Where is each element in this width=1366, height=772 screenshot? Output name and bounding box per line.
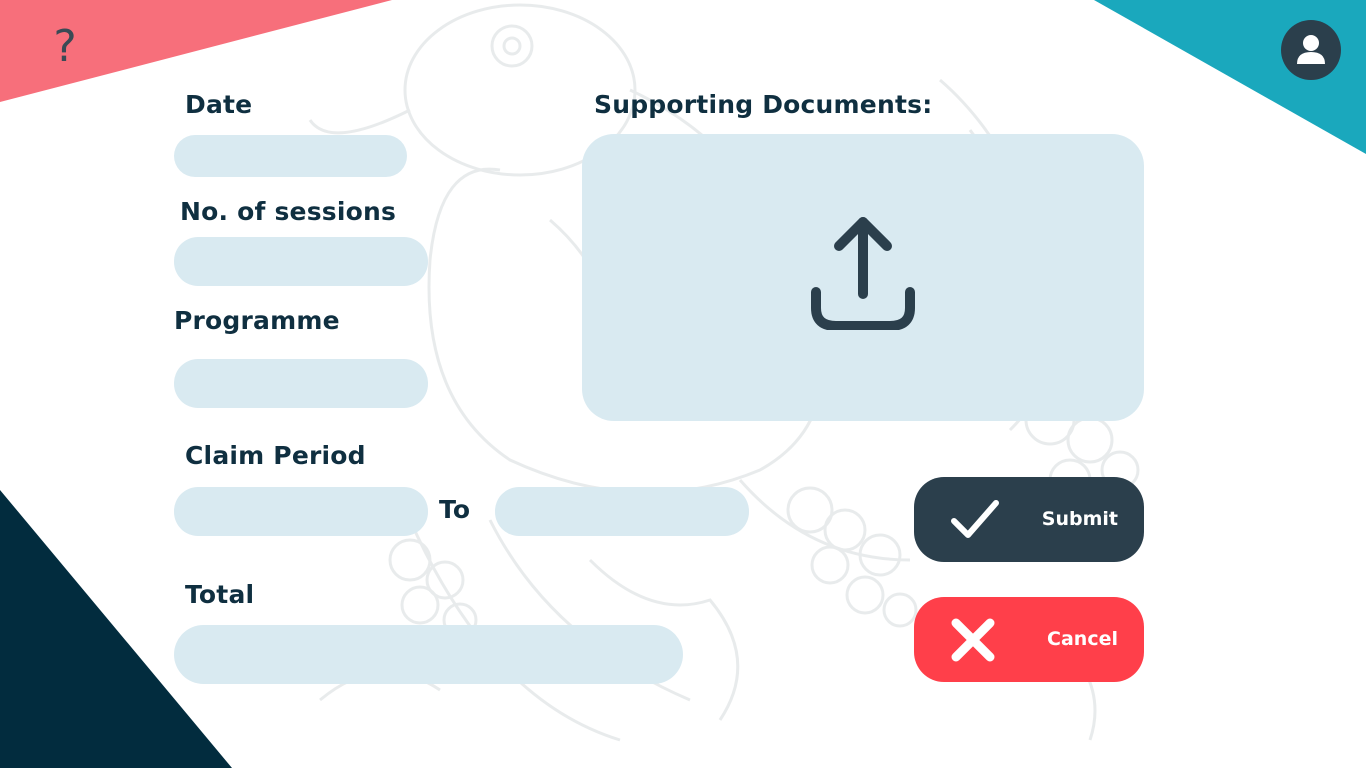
sessions-field[interactable]: [174, 237, 428, 286]
cancel-label: Cancel: [1047, 628, 1118, 650]
programme-label: Programme: [174, 306, 340, 335]
supporting-documents-label: Supporting Documents:: [594, 90, 933, 119]
upload-icon: [811, 217, 915, 330]
checkmark-icon: [951, 500, 999, 538]
to-label: To: [439, 495, 471, 524]
claim-period-label: Claim Period: [185, 441, 366, 470]
close-icon: [951, 618, 995, 662]
total-field[interactable]: [174, 625, 683, 684]
date-field[interactable]: [174, 135, 407, 177]
cancel-button[interactable]: Cancel: [914, 597, 1144, 682]
user-avatar-button[interactable]: [1281, 20, 1341, 80]
submit-button[interactable]: Submit: [914, 477, 1144, 562]
sessions-label: No. of sessions: [180, 197, 397, 226]
claim-period-from-field[interactable]: [174, 487, 428, 536]
submit-label: Submit: [1041, 508, 1118, 530]
user-icon: [1297, 35, 1325, 64]
date-label: Date: [185, 90, 253, 119]
help-icon[interactable]: ?: [50, 22, 80, 72]
claim-period-to-field[interactable]: [495, 487, 749, 536]
total-label: Total: [185, 580, 255, 609]
programme-field[interactable]: [174, 359, 428, 408]
upload-dropzone[interactable]: [582, 134, 1144, 421]
